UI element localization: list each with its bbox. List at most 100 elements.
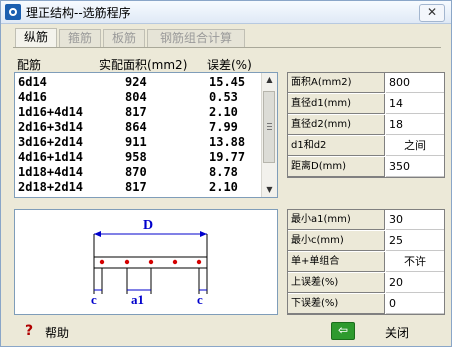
- row-config: 2d18+2d14: [18, 180, 84, 194]
- rebar-dots: [99, 259, 202, 265]
- list-item[interactable]: 1d18+4d14 870 8.78: [15, 165, 263, 179]
- param-distance-field[interactable]: 350: [386, 157, 444, 177]
- row-area: 911: [125, 135, 147, 149]
- close-window-button[interactable]: ✕: [419, 4, 445, 22]
- param-d1-row: 直径d1(mm) 14: [288, 94, 444, 115]
- row-error: 2.10: [209, 105, 238, 119]
- list-item[interactable]: 2d18+2d14 817 2.10: [15, 180, 263, 194]
- param-d2-row: 直径d2(mm) 18: [288, 115, 444, 136]
- label-c-right: c: [197, 292, 203, 307]
- constraint-params-grid: 最小a1(mm) 30 最小c(mm) 25 单+单组合 不许 上误差(%) 2…: [287, 209, 445, 315]
- param-min-c-row: 最小c(mm) 25: [288, 231, 444, 252]
- row-error: 8.78: [209, 165, 238, 179]
- header-area: 实配面积(mm2): [99, 58, 188, 72]
- param-d1-label: 直径d1(mm): [288, 94, 385, 114]
- list-item[interactable]: 4d16+1d14 958 19.77: [15, 150, 263, 164]
- label-d: D: [143, 218, 153, 233]
- param-min-a1-row: 最小a1(mm) 30: [288, 210, 444, 231]
- dimension-a1: a1: [127, 289, 151, 307]
- scroll-down-icon[interactable]: ▼: [262, 183, 277, 197]
- row-error: 2.10: [209, 180, 238, 194]
- param-d1d2-select[interactable]: 之间: [386, 136, 444, 156]
- row-area: 924: [125, 75, 147, 89]
- row-error: 13.88: [209, 135, 246, 149]
- param-distance-label: 距离D(mm): [288, 157, 385, 177]
- row-area: 864: [125, 120, 147, 134]
- dimension-d: D: [94, 218, 207, 237]
- header-config: 配筋: [17, 58, 42, 72]
- list-item[interactable]: 2d16+3d14 864 7.99: [15, 120, 263, 134]
- tab-slab[interactable]: 板筋: [103, 29, 145, 47]
- help-icon[interactable]: ?: [25, 323, 33, 339]
- tab-stirrup[interactable]: 箍筋: [59, 29, 101, 47]
- arrow-right-icon: [200, 231, 207, 237]
- param-single-combo-select[interactable]: 不许: [386, 252, 444, 272]
- row-config: 2d16+3d14: [18, 120, 84, 134]
- back-arrow-icon[interactable]: ⇦: [331, 322, 355, 340]
- row-area: 817: [125, 105, 147, 119]
- tab-divider: [13, 47, 441, 48]
- rebar-dot: [172, 259, 178, 265]
- row-config: 6d14: [18, 75, 47, 89]
- row-area: 817: [125, 180, 147, 194]
- arrow-left-icon: [94, 231, 101, 237]
- param-area-field[interactable]: 800: [386, 73, 444, 93]
- rebar-dot: [124, 259, 130, 265]
- row-config: 4d16+1d14: [18, 150, 84, 164]
- param-single-combo-row: 单+单组合 不许: [288, 252, 444, 273]
- param-single-combo-label: 单+单组合: [288, 252, 385, 272]
- list-scrollbar[interactable]: ▲ ▼: [261, 73, 277, 197]
- dimension-c-right: c: [197, 289, 207, 307]
- row-error: 19.77: [209, 150, 246, 164]
- rebar-list[interactable]: 6d14 924 15.45 4d16 804 0.53 1d16+4d14 8…: [14, 72, 278, 198]
- row-area: 804: [125, 90, 147, 104]
- input-params-grid: 面积A(mm2) 800 直径d1(mm) 14 直径d2(mm) 18 d1和…: [287, 72, 445, 178]
- close-button[interactable]: 关闭: [385, 324, 409, 341]
- param-d1d2-row: d1和d2 之间: [288, 136, 444, 157]
- row-error: 0.53: [209, 90, 238, 104]
- param-area-label: 面积A(mm2): [288, 73, 385, 93]
- row-config: 3d16+2d14: [18, 135, 84, 149]
- header-error: 误差(%): [207, 58, 252, 72]
- row-config: 4d16: [18, 90, 47, 104]
- param-upper-error-label: 上误差(%): [288, 273, 385, 293]
- param-distance-row: 距离D(mm) 350: [288, 157, 444, 178]
- row-area: 870: [125, 165, 147, 179]
- rebar-dot: [196, 259, 202, 265]
- list-item[interactable]: 3d16+2d14 911 13.88: [15, 135, 263, 149]
- list-item[interactable]: 4d16 804 0.53: [15, 90, 263, 104]
- param-upper-error-row: 上误差(%) 20: [288, 273, 444, 294]
- help-button[interactable]: 帮助: [45, 324, 69, 341]
- tab-combination[interactable]: 钢筋组合计算: [147, 29, 245, 47]
- param-lower-error-row: 下误差(%) 0: [288, 294, 444, 315]
- label-a1: a1: [131, 292, 144, 307]
- scroll-thumb[interactable]: [263, 91, 275, 163]
- selection-window: 理正结构--选筋程序 ✕ 纵筋 箍筋 板筋 钢筋组合计算 配筋 实配面积(mm2…: [0, 0, 452, 347]
- param-d2-label: 直径d2(mm): [288, 115, 385, 135]
- tab-longitudinal[interactable]: 纵筋: [15, 28, 57, 48]
- scroll-up-icon[interactable]: ▲: [262, 73, 277, 87]
- section-diagram: D c a1 c: [14, 209, 278, 315]
- row-config: 1d18+4d14: [18, 165, 84, 179]
- row-error: 15.45: [209, 75, 246, 89]
- param-d2-field[interactable]: 18: [386, 115, 444, 135]
- rebar-dot: [99, 259, 105, 265]
- param-lower-error-label: 下误差(%): [288, 294, 385, 314]
- window-title: 理正结构--选筋程序: [26, 6, 131, 20]
- rebar-dot: [148, 259, 154, 265]
- title-bar: 理正结构--选筋程序 ✕: [1, 1, 451, 24]
- param-lower-error-field[interactable]: 0: [386, 294, 444, 314]
- param-min-c-field[interactable]: 25: [386, 231, 444, 251]
- row-error: 7.99: [209, 120, 238, 134]
- row-config: 1d16+4d14: [18, 105, 84, 119]
- rebar-layout-diagram: D c a1 c: [91, 218, 208, 307]
- param-min-a1-label: 最小a1(mm): [288, 210, 385, 230]
- label-c-left: c: [91, 292, 97, 307]
- list-item[interactable]: 6d14 924 15.45: [15, 75, 263, 89]
- param-upper-error-field[interactable]: 20: [386, 273, 444, 293]
- list-item[interactable]: 1d16+4d14 817 2.10: [15, 105, 263, 119]
- param-min-a1-field[interactable]: 30: [386, 210, 444, 230]
- row-area: 958: [125, 150, 147, 164]
- app-logo-icon: [5, 4, 21, 20]
- param-d1-field[interactable]: 14: [386, 94, 444, 114]
